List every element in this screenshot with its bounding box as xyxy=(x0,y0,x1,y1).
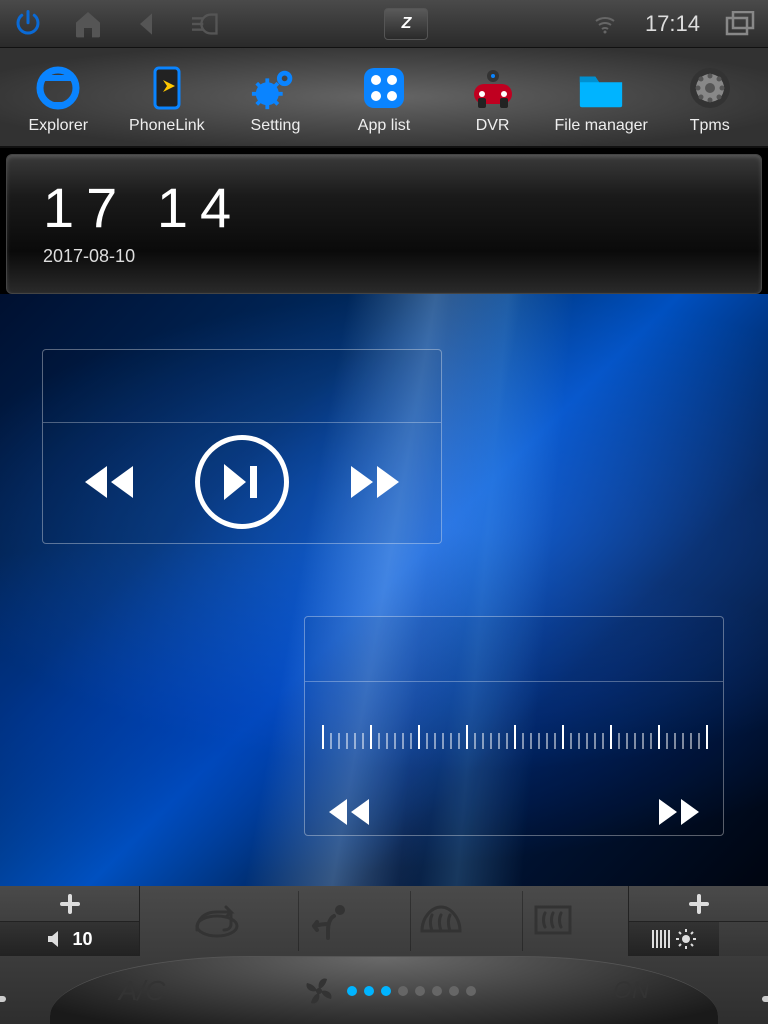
volume-down-button[interactable] xyxy=(0,974,44,1024)
app-label: App list xyxy=(358,117,410,135)
fan-speed[interactable] xyxy=(303,975,476,1007)
app-label: File manager xyxy=(554,117,647,135)
tune-up-button[interactable] xyxy=(657,797,701,827)
app-explorer[interactable]: Explorer xyxy=(4,63,113,135)
bottom-dock: 10 xyxy=(0,886,768,1024)
temperature-control xyxy=(628,886,768,956)
rewind-button[interactable] xyxy=(83,464,135,500)
app-dvr[interactable]: DVR xyxy=(438,63,547,135)
forward-button[interactable] xyxy=(349,464,401,500)
brightness-display xyxy=(629,922,719,956)
app-phonelink[interactable]: PhoneLink xyxy=(113,63,222,135)
brand-logo[interactable]: Z xyxy=(384,8,428,40)
folder-icon xyxy=(576,63,626,113)
explorer-icon xyxy=(33,63,83,113)
volume-up-button[interactable] xyxy=(0,886,139,922)
airflow-body-button[interactable] xyxy=(298,891,358,951)
recirculate-button[interactable] xyxy=(186,891,246,951)
ac-on-label[interactable]: ON xyxy=(613,977,649,1005)
main-area xyxy=(0,294,768,886)
setting-icon xyxy=(250,63,300,113)
temp-up-button[interactable] xyxy=(629,886,768,922)
clock-date: 2017-08-10 xyxy=(43,246,725,267)
app-tpms[interactable]: Tpms xyxy=(655,63,764,135)
bars-icon xyxy=(651,928,671,950)
app-filemanager[interactable]: File manager xyxy=(547,63,656,135)
tire-icon xyxy=(685,63,735,113)
headlight-icon[interactable] xyxy=(192,8,224,40)
play-pause-button[interactable] xyxy=(195,435,289,529)
multitask-icon[interactable] xyxy=(724,8,756,40)
ac-bar: A/C ON xyxy=(50,956,718,1024)
home-icon[interactable] xyxy=(72,8,104,40)
app-applist[interactable]: App list xyxy=(330,63,439,135)
back-icon[interactable] xyxy=(132,8,164,40)
applist-icon xyxy=(359,63,409,113)
media-widget[interactable] xyxy=(42,349,442,544)
front-defrost-button[interactable] xyxy=(410,891,470,951)
tuner-scale[interactable] xyxy=(319,725,709,753)
phonelink-icon xyxy=(142,63,192,113)
app-label: Explorer xyxy=(29,117,89,135)
wifi-icon xyxy=(589,8,621,40)
temp-down-button[interactable] xyxy=(724,974,768,1024)
dvr-icon xyxy=(468,63,518,113)
tune-down-button[interactable] xyxy=(327,797,371,827)
status-time: 17:14 xyxy=(645,11,700,37)
volume-display: 10 xyxy=(0,922,139,956)
fan-icon xyxy=(303,975,335,1007)
climate-mode-row xyxy=(140,886,628,956)
app-label: Setting xyxy=(251,117,301,135)
app-label: Tpms xyxy=(690,117,730,135)
app-setting[interactable]: Setting xyxy=(221,63,330,135)
app-label: DVR xyxy=(476,117,510,135)
speaker-icon xyxy=(46,930,66,948)
tuner-widget[interactable] xyxy=(304,616,724,836)
status-bar: Z 17:14 xyxy=(0,0,768,48)
volume-control: 10 xyxy=(0,886,140,956)
volume-value: 10 xyxy=(72,929,92,950)
rear-defrost-button[interactable] xyxy=(522,891,582,951)
app-label: PhoneLink xyxy=(129,117,205,135)
clock-time: 17 14 xyxy=(43,175,725,240)
clock-panel[interactable]: 17 14 2017-08-10 xyxy=(6,154,762,294)
ac-label[interactable]: A/C xyxy=(119,975,166,1007)
sun-icon xyxy=(675,928,697,950)
app-row: Explorer PhoneLink Setting App list DVR … xyxy=(0,48,768,148)
power-icon[interactable] xyxy=(12,8,44,40)
